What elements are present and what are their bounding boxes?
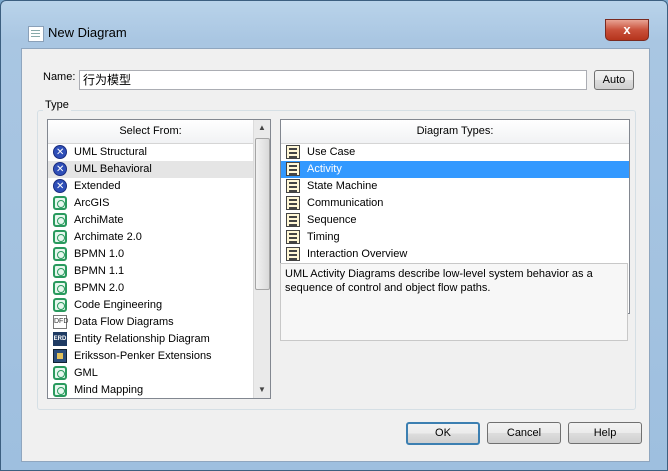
list-item-label: Communication (307, 197, 384, 209)
interaction-overview-icon (286, 247, 300, 261)
bpmn-icon (53, 264, 67, 278)
list-item[interactable]: Activity (281, 161, 629, 178)
list-item[interactable]: Interaction Overview (281, 246, 629, 263)
list-item[interactable]: Sequence (281, 212, 629, 229)
list-item[interactable]: Use Case (281, 144, 629, 161)
list-item[interactable]: Eriksson-Penker Extensions (48, 348, 253, 365)
list-item[interactable]: ERD Entity Relationship Diagram (48, 331, 253, 348)
scroll-thumb[interactable] (255, 138, 270, 290)
scroll-up-arrow-icon[interactable]: ▲ (254, 120, 270, 136)
timing-icon (286, 230, 300, 244)
list-item-label: Sequence (307, 214, 357, 226)
list-item[interactable]: ArcGIS (48, 195, 253, 212)
auto-button[interactable]: Auto (594, 70, 634, 90)
diagram-types-items: Use Case Activity State Machine Communicati… (281, 144, 629, 263)
use-case-icon (286, 145, 300, 159)
list-item[interactable]: ArchiMate (48, 212, 253, 229)
bpmn-icon (53, 281, 67, 295)
diagram-types-header: Diagram Types: (281, 120, 629, 144)
window-title: New Diagram (48, 25, 127, 40)
uml-icon (53, 144, 67, 161)
scroll-down-arrow-icon[interactable]: ▼ (254, 382, 270, 398)
name-label: Name: (43, 71, 76, 83)
bpmn-icon (53, 247, 67, 261)
state-machine-icon (286, 179, 300, 193)
list-item[interactable]: UML Behavioral (48, 161, 253, 178)
list-item[interactable]: BPMN 1.1 (48, 263, 253, 280)
list-item[interactable]: BPMN 1.0 (48, 246, 253, 263)
erd-icon: ERD (53, 332, 67, 346)
name-input[interactable]: 行为模型 (79, 70, 587, 90)
list-item-label: UML Behavioral (74, 163, 152, 175)
diagram-description: UML Activity Diagrams describe low-level… (280, 263, 628, 341)
list-item-label: Data Flow Diagrams (74, 316, 174, 328)
ok-button[interactable]: OK (406, 422, 480, 445)
list-item-label: State Machine (307, 180, 378, 192)
list-item-label: Extended (74, 180, 121, 192)
list-item-label: Mind Mapping (74, 384, 144, 396)
list-item-label: BPMN 1.0 (74, 248, 125, 260)
select-from-list[interactable]: Select From: UML Structural UML Behaviora… (47, 119, 271, 399)
list-item[interactable]: Timing (281, 229, 629, 246)
list-item[interactable]: BPMN 2.0 (48, 280, 253, 297)
list-item[interactable]: State Machine (281, 178, 629, 195)
list-item-label: Interaction Overview (307, 248, 408, 260)
select-from-header: Select From: (48, 120, 253, 144)
title-bar[interactable]: New Diagram x (1, 1, 667, 42)
activity-icon (286, 162, 300, 176)
uml-icon (53, 161, 67, 178)
list-item-label: Code Engineering (74, 299, 163, 311)
bpmn-icon (53, 230, 67, 244)
list-item[interactable]: Archimate 2.0 (48, 229, 253, 246)
list-item-label: BPMN 1.1 (74, 265, 125, 277)
list-item[interactable]: Mind Mapping (48, 382, 253, 398)
list-item-label: BPMN 2.0 (74, 282, 125, 294)
bpmn-icon (53, 213, 67, 227)
dialog-window: New Diagram x Name: 行为模型 Auto Type Selec… (0, 0, 668, 471)
bpmn-icon (53, 366, 67, 380)
list-item[interactable]: Code Engineering (48, 297, 253, 314)
type-group-label: Type (43, 99, 71, 111)
list-item-label: Archimate 2.0 (74, 231, 142, 243)
vertical-scrollbar[interactable]: ▲ ▼ (253, 120, 270, 398)
list-item-label: ArchiMate (74, 214, 124, 226)
ep-icon (53, 349, 67, 363)
list-item-label: Eriksson-Penker Extensions (74, 350, 212, 362)
dialog-body: Name: 行为模型 Auto Type Select From: UML St… (21, 48, 650, 462)
list-item-label: ArcGIS (74, 197, 110, 209)
list-item[interactable]: UML Structural (48, 144, 253, 161)
bpmn-icon (53, 298, 67, 312)
dfd-icon: DFD (53, 315, 68, 329)
close-button[interactable]: x (605, 19, 649, 41)
list-item-label: UML Structural (74, 146, 147, 158)
list-item[interactable]: Communication (281, 195, 629, 212)
sequence-icon (286, 213, 300, 227)
list-item-label: Entity Relationship Diagram (74, 333, 210, 345)
list-item[interactable]: DFD Data Flow Diagrams (48, 314, 253, 331)
select-from-items: UML Structural UML Behavioral Extended ArcG… (48, 144, 253, 398)
bpmn-icon (53, 196, 67, 210)
list-item[interactable]: GML (48, 365, 253, 382)
list-item-label: Activity (307, 163, 342, 175)
communication-icon (286, 196, 300, 210)
cancel-button[interactable]: Cancel (487, 422, 561, 444)
list-item-label: GML (74, 367, 98, 379)
help-button[interactable]: Help (568, 422, 642, 444)
window-icon (28, 26, 44, 42)
bpmn-icon (53, 383, 67, 397)
uml-icon (53, 178, 67, 195)
list-item-label: Use Case (307, 146, 356, 158)
list-item[interactable]: Extended (48, 178, 253, 195)
list-item-label: Timing (307, 231, 340, 243)
